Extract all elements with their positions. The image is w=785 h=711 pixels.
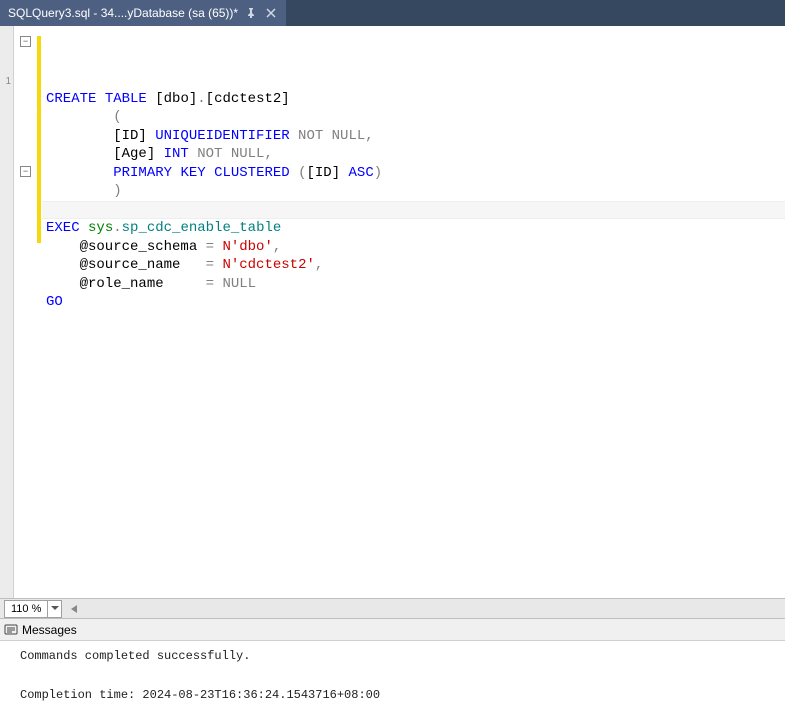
chevron-down-icon[interactable]	[47, 601, 61, 617]
messages-line: Commands completed successfully.	[20, 647, 785, 666]
code-line[interactable]: [ID] UNIQUEIDENTIFIER NOT NULL,	[42, 127, 785, 146]
fold-toggle-icon[interactable]: −	[20, 36, 31, 47]
messages-panel: Messages Commands completed successfully…	[0, 618, 785, 711]
code-line[interactable]: GO	[42, 293, 785, 312]
messages-body[interactable]: Commands completed successfully. Complet…	[0, 641, 785, 711]
messages-line	[20, 667, 785, 686]
messages-tab-label: Messages	[22, 623, 77, 637]
file-tab[interactable]: SQLQuery3.sql - 34....yDatabase (sa (65)…	[0, 0, 286, 26]
code-line[interactable]: @role_name = NULL	[42, 275, 785, 294]
tab-bar: SQLQuery3.sql - 34....yDatabase (sa (65)…	[0, 0, 785, 26]
code-line[interactable]: @source_name = N'cdctest2',	[42, 256, 785, 275]
line-marker: 1	[5, 76, 11, 87]
code-line[interactable]: [Age] INT NOT NULL,	[42, 145, 785, 164]
code-line[interactable]: @source_schema = N'dbo',	[42, 238, 785, 257]
scroll-left-icon[interactable]	[66, 601, 82, 617]
close-icon[interactable]	[264, 6, 278, 20]
sql-editor[interactable]: 1 − − CREATE TABLE [dbo].[cdctest2] ( [I…	[0, 26, 785, 598]
line-number-strip: 1	[0, 26, 14, 598]
code-line[interactable]: )	[42, 182, 785, 201]
code-line[interactable]: PRIMARY KEY CLUSTERED ([ID] ASC)	[42, 164, 785, 183]
messages-icon	[4, 623, 18, 637]
code-line[interactable]: EXEC sys.sp_cdc_enable_table	[42, 219, 785, 238]
zoom-value: 110 %	[5, 603, 47, 615]
fold-gutter: − −	[14, 26, 42, 598]
editor-footer-bar: 110 %	[0, 598, 785, 618]
messages-tab[interactable]: Messages	[0, 619, 785, 641]
code-area[interactable]: CREATE TABLE [dbo].[cdctest2] ( [ID] UNI…	[42, 26, 785, 598]
fold-toggle-icon[interactable]: −	[20, 166, 31, 177]
code-line[interactable]: (	[42, 108, 785, 127]
zoom-combo[interactable]: 110 %	[4, 600, 62, 618]
file-tab-title: SQLQuery3.sql - 34....yDatabase (sa (65)…	[8, 6, 238, 20]
change-marker	[37, 36, 41, 243]
messages-line: Completion time: 2024-08-23T16:36:24.154…	[20, 686, 785, 705]
code-line[interactable]: CREATE TABLE [dbo].[cdctest2]	[42, 90, 785, 109]
workspace: 1 − − CREATE TABLE [dbo].[cdctest2] ( [I…	[0, 26, 785, 711]
pin-icon[interactable]	[244, 6, 258, 20]
